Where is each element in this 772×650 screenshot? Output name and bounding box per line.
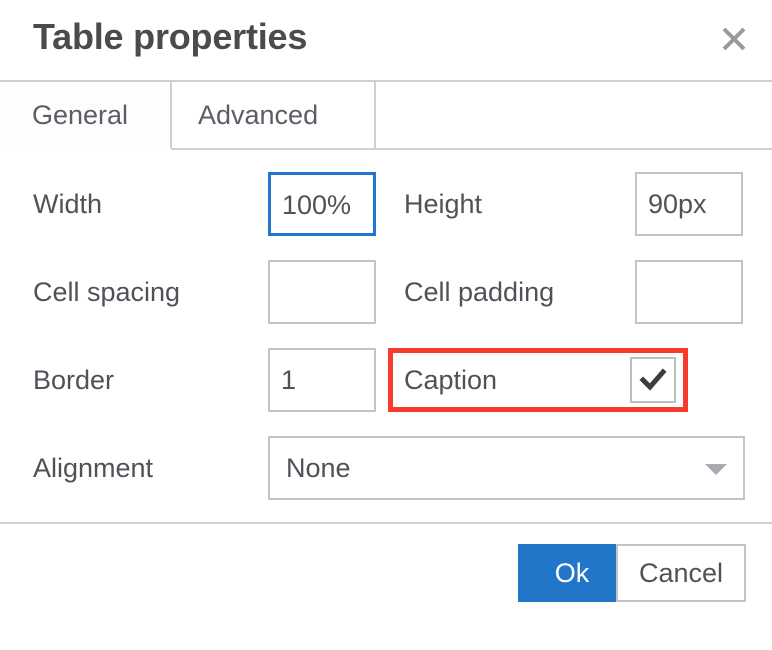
cell-padding-input[interactable] <box>635 260 743 324</box>
row-width-height: Width 100% Height 90px <box>0 172 772 236</box>
form-body: Width 100% Height 90px Cell spacing Cell… <box>0 150 772 522</box>
width-label: Width <box>33 189 103 219</box>
close-icon[interactable] <box>716 21 752 57</box>
chevron-down-icon <box>705 464 727 475</box>
page-title: Table properties <box>33 16 308 57</box>
tab-bar-filler <box>376 82 772 150</box>
caption-checkbox[interactable] <box>630 357 676 403</box>
tab-bar: General Advanced <box>0 80 772 150</box>
border-input[interactable]: 1 <box>268 348 376 412</box>
row-border-caption: Border 1 Caption <box>0 348 772 412</box>
dialog-footer: Ok Cancel <box>0 522 772 630</box>
row-alignment: Alignment None <box>0 436 772 500</box>
tab-advanced[interactable]: Advanced <box>172 82 376 150</box>
cell-spacing-input[interactable] <box>268 260 376 324</box>
tab-general[interactable]: General <box>0 82 172 150</box>
dialog-header: Table properties <box>0 0 772 80</box>
alignment-selected-value: None <box>286 453 351 483</box>
height-input[interactable]: 90px <box>635 172 743 236</box>
row-cell-spacing-padding: Cell spacing Cell padding <box>0 260 772 324</box>
tab-advanced-label: Advanced <box>198 99 319 130</box>
tab-general-label: General <box>32 99 129 130</box>
cancel-button[interactable]: Cancel <box>616 544 746 602</box>
height-label: Height <box>404 189 483 219</box>
alignment-select[interactable]: None <box>268 436 745 500</box>
width-input[interactable]: 100% <box>268 172 376 236</box>
border-label: Border <box>33 365 115 395</box>
table-properties-dialog: Table properties General Advanced Width … <box>0 0 772 650</box>
caption-field-group: Caption <box>388 348 688 412</box>
cell-padding-label: Cell padding <box>404 277 555 307</box>
alignment-label: Alignment <box>33 453 154 483</box>
ok-button[interactable]: Ok <box>518 544 626 602</box>
caption-label: Caption <box>404 365 498 395</box>
cell-spacing-label: Cell spacing <box>33 277 181 307</box>
